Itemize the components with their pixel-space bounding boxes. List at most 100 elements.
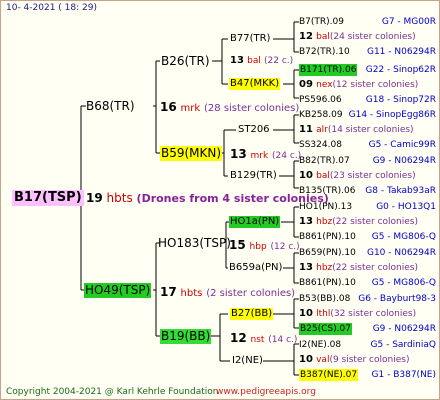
gen2-c-code: hbp <box>249 242 267 252</box>
gen3-a1-label[interactable]: B77(TR) <box>230 33 270 45</box>
gen3-a2-label[interactable]: B47(MKK) <box>229 78 281 90</box>
gen4-label[interactable]: I2(NE).08 <box>299 339 341 351</box>
gen4-label[interactable]: B387(NE).07 <box>299 369 359 381</box>
gen3-a1-code: bal <box>247 56 261 66</box>
gen1-top-info: 16 mrk (28 sister colonies) <box>160 100 299 116</box>
gen4-label[interactable]: B135(TR).06 <box>299 185 355 197</box>
root-info: 19 hbts (Drones from 4 sister colonies) <box>86 191 329 206</box>
gen4-num: 13 <box>299 216 313 227</box>
gen4-info: G8 - Takab93aR <box>365 186 436 196</box>
gen4-info: G5 - SardiniaQ <box>370 340 436 350</box>
gen2-c-label[interactable]: HO183(TSP) <box>158 236 231 251</box>
gen1-bottom-label[interactable]: HO49(TSP) <box>84 283 152 298</box>
gen4-info: G0 - HO13Q1 <box>376 202 436 212</box>
gen3-b2-label[interactable]: B129(TR) <box>230 170 277 182</box>
gen3-c1-label[interactable]: HO1a(PN) <box>229 216 281 228</box>
gen4-label[interactable]: HO1(PN).13 <box>299 201 352 213</box>
gen4-label[interactable]: KB258.09 <box>299 109 343 121</box>
gen4-sis: (22 sister colonies) <box>332 263 418 273</box>
gen4-label[interactable]: PS596.06 <box>299 94 342 106</box>
gen4-info: G7 - MG00R <box>381 17 436 27</box>
gen3-d1-label[interactable]: B27(BB) <box>230 308 274 320</box>
gen4-code: hbz <box>316 217 333 227</box>
gen1-top-sis: (28 sister colonies) <box>204 103 300 114</box>
gen1-top-code: mrk <box>180 103 201 114</box>
gen4-code: hbz <box>316 263 333 273</box>
gen4-code: nex <box>316 80 333 90</box>
gen4-label[interactable]: SS324.08 <box>299 139 342 151</box>
gen2-a-label[interactable]: B26(TR) <box>161 54 210 69</box>
gen4-sister-info: 10 lthl(32 sister colonies) <box>299 308 416 320</box>
gen4-info: G1 - B387(NE) <box>371 370 436 380</box>
gen4-num: 12 <box>299 31 313 42</box>
footer-copyright: Copyright 2004-2021 @ Karl Kehrle Founda… <box>6 387 219 397</box>
gen1-top-num: 16 <box>160 100 177 114</box>
gen4-sis: (14 sister colonies) <box>327 125 414 135</box>
gen4-info: G18 - Sinop72R <box>365 95 436 105</box>
root-num: 19 <box>86 191 103 205</box>
gen4-code: bal <box>316 32 330 42</box>
gen4-label[interactable]: B7(TR).09 <box>299 16 344 28</box>
gen4-label[interactable]: B25(CS).07 <box>299 323 352 335</box>
gen2-c-info: 15 hbp (12 c.) <box>229 238 300 255</box>
gen2-d-sis: (14 c.) <box>268 335 298 345</box>
gen4-code: alr <box>316 125 328 135</box>
gen4-label[interactable]: B53(BB).08 <box>299 293 350 305</box>
gen1-bottom-info: 17 hbts (2 sister colonies) <box>160 285 295 301</box>
gen4-info: G10 - N06294R <box>366 248 436 258</box>
gen4-sister-info: 10 val(9 sister colonies) <box>299 354 409 366</box>
gen4-sis: (9 sister colonies) <box>329 355 410 365</box>
gen4-info: G6 - Bayburt98-3 <box>358 294 436 304</box>
gen4-label[interactable]: B72(TR).10 <box>299 46 350 58</box>
gen3-a1-info: 13 bal (22 c.) <box>230 55 293 67</box>
gen4-sister-info: 09 nex(12 sister colonies) <box>299 79 418 91</box>
gen4-code: lthl <box>316 309 331 319</box>
gen4-sis: (24 sister colonies) <box>329 32 416 42</box>
gen1-bottom-sis: (2 sister colonies) <box>206 288 296 299</box>
gen4-label[interactable]: B861(PN).10 <box>299 277 356 289</box>
gen3-a1-num: 13 <box>230 55 244 66</box>
gen4-num: 10 <box>299 354 313 365</box>
gen2-d-num: 12 <box>230 331 247 345</box>
gen4-num: 10 <box>299 308 313 319</box>
gen4-sis: (32 sister colonies) <box>330 309 417 319</box>
gen4-info: G11 - N06294R <box>366 47 436 57</box>
gen4-label[interactable]: B171(TR).06 <box>299 64 358 76</box>
gen4-sister-info: 13 hbz(22 sister colonies) <box>299 216 418 228</box>
gen4-num: 09 <box>299 79 313 90</box>
gen4-info: G9 - N06294R <box>372 156 436 166</box>
gen4-num: 11 <box>299 124 313 135</box>
gen4-sister-info: 12 bal(24 sister colonies) <box>299 31 416 43</box>
gen3-d2-label[interactable]: I2(NE) <box>232 355 263 367</box>
gen4-label[interactable]: B861(PN).10 <box>299 231 356 243</box>
gen4-num: 10 <box>299 170 313 181</box>
gen4-info: G9 - N06294R <box>372 324 436 334</box>
footer-site[interactable]: www.pedigreeapis.org <box>216 387 316 398</box>
gen4-info: G5 - MG806-Q <box>371 232 436 242</box>
gen4-sister-info: 11 alr(14 sister colonies) <box>299 124 414 136</box>
gen2-c-sis: (12 c.) <box>270 242 300 252</box>
gen2-b-code: mrk <box>250 151 269 161</box>
gen2-b-label[interactable]: B59(MKN) <box>160 146 223 161</box>
root-code: hbts <box>106 191 133 205</box>
gen1-bottom-num: 17 <box>160 285 177 299</box>
gen2-d-code: nst <box>250 335 265 345</box>
gen3-a1-sis: (22 c.) <box>264 56 294 66</box>
gen2-b-sis: (24 c.) <box>272 151 302 161</box>
gen2-d-info: 12 nst (14 c.) <box>230 331 297 348</box>
gen3-c2-label[interactable]: B659a(PN) <box>229 262 282 274</box>
gen2-d-label[interactable]: B19(BB) <box>160 329 212 344</box>
gen4-sis: (23 sister colonies) <box>329 171 416 181</box>
gen4-sis: (22 sister colonies) <box>332 217 418 227</box>
gen2-b-info: 13 mrk (24 c.) <box>230 147 301 164</box>
gen2-c-num: 15 <box>229 238 246 252</box>
gen3-b1-label[interactable]: ST206 <box>238 124 270 136</box>
gen4-info: G5 - Camic99R <box>368 140 436 150</box>
gen1-top-label[interactable]: B68(TR) <box>86 99 135 114</box>
gen4-num: 13 <box>299 262 313 273</box>
gen4-label[interactable]: B82(TR).07 <box>299 155 350 167</box>
root-queen-label[interactable]: B17(TSP) <box>12 190 84 206</box>
gen4-info: G22 - Sinop62R <box>365 65 436 75</box>
gen4-info: G5 - MG806-Q <box>371 278 436 288</box>
gen4-label[interactable]: B659(PN).10 <box>299 247 356 259</box>
